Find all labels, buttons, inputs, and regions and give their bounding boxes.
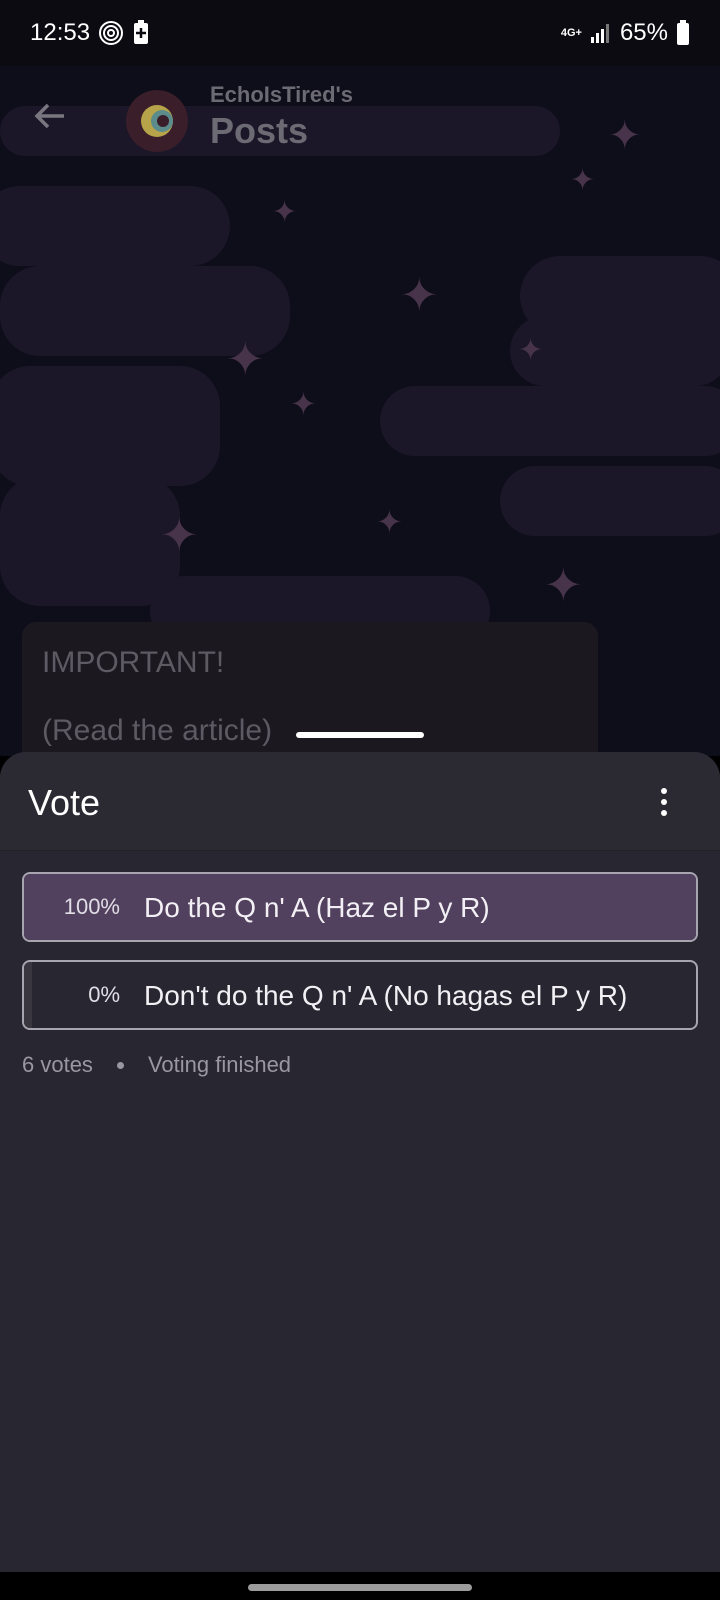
more-vert-icon [661,799,667,805]
poll-option-label: Don't do the Q n' A (No hagas el P y R) [144,980,628,1011]
battery-saver-icon [132,20,150,46]
post-subline: (Read the article) [42,714,273,747]
battery-percent: 65% [619,19,668,46]
arrow-left-icon [34,103,64,129]
poll-percent: 100% [63,894,120,919]
sheet-header: Vote [0,752,720,851]
network-type-icon: 4G+ [560,26,582,39]
poll-result-bar [24,962,32,1028]
status-bar: 12:53 4G+ 65% [0,0,720,66]
app-bar: EchoIsTired's Posts [0,66,720,176]
network-type-label: 4G+ [560,26,582,39]
post-headline: IMPORTANT! [42,646,225,679]
fingerprint-icon [98,20,124,46]
poll-option-label: Do the Q n' A (Haz el P y R) [144,892,490,923]
sheet-title: Vote [28,782,101,823]
poll-status: Voting finished [147,1052,292,1077]
back-button[interactable] [30,96,70,136]
avatar[interactable] [126,90,188,152]
home-gesture-handle[interactable] [248,1584,472,1591]
vote-sheet: Vote 100% Do the Q n' A (Haz el P y R) 0… [0,752,720,1572]
poll-meta: 6 votes Voting finished [22,1052,291,1078]
signal-icon [590,22,612,44]
poll-percent: 0% [88,982,120,1007]
poll-option[interactable]: 0% Don't do the Q n' A (No hagas el P y … [22,960,698,1030]
community-name: EchoIsTired's [210,82,353,107]
battery-icon [676,20,690,46]
system-nav-bar [0,1572,720,1600]
poll-option[interactable]: 100% Do the Q n' A (Haz el P y R) [22,872,698,942]
status-time: 12:53 [30,19,91,46]
status-left: 12:53 [30,19,150,47]
post-backdrop: ✦ ✦ ✦ ✦ ✦ ✦ ✦ ✦ ✦ ✦ EchoIsTired's Posts … [0,66,720,756]
more-vert-icon [661,810,667,816]
more-options-button[interactable] [648,780,680,824]
page-title: Posts [210,110,309,151]
sheet-drag-handle[interactable] [296,732,424,738]
status-right: 4G+ 65% [561,19,690,47]
vote-count: 6 votes [22,1052,93,1077]
separator-dot [116,1061,124,1069]
crescent-logo-icon [141,105,173,137]
more-vert-icon [661,788,667,794]
